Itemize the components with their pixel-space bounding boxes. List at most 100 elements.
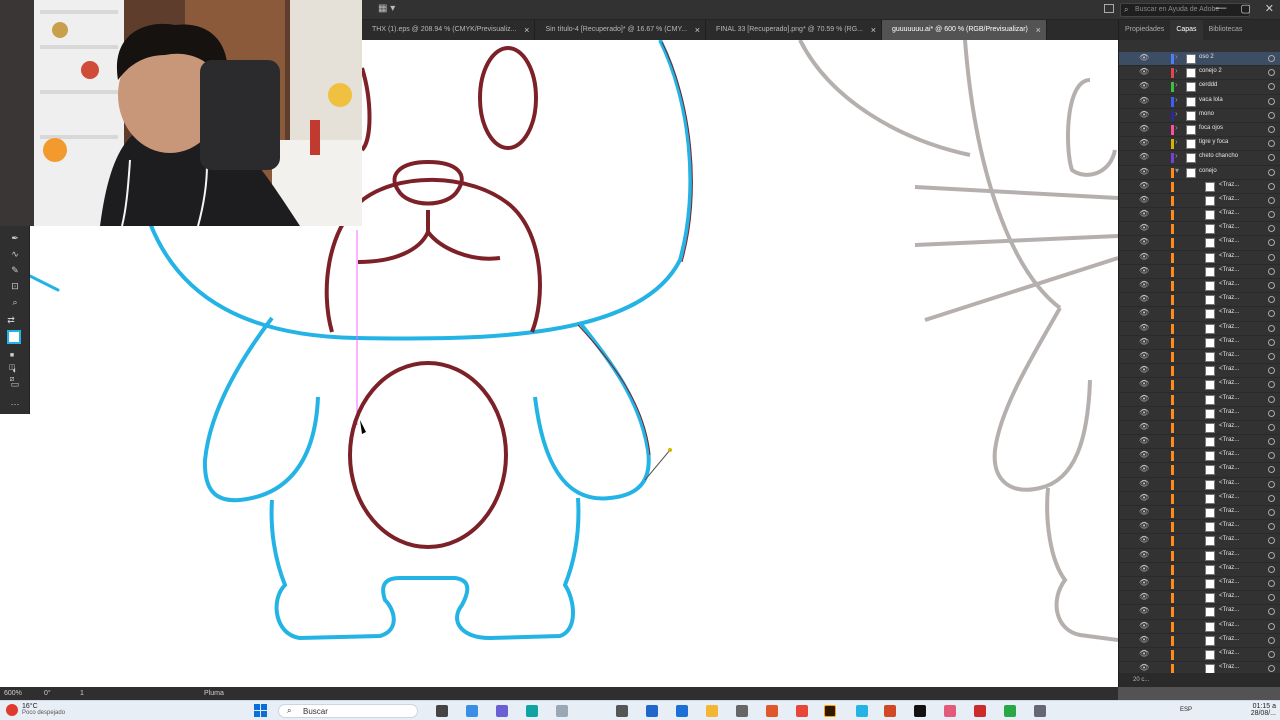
screen-mode-icon[interactable]: ▭ [9,378,21,390]
chevron-right-icon[interactable]: › [1175,95,1178,104]
sublayer-name[interactable]: <Traz... [1219,650,1239,656]
tab-libraries[interactable]: Bibliotecas [1203,20,1249,40]
chevron-right-icon[interactable]: › [1175,52,1178,61]
panel-toggle-icon[interactable] [1104,4,1114,13]
sublayer-name[interactable]: <Traz... [1219,281,1239,287]
close-tab-icon[interactable]: × [695,20,700,40]
sublayer-row[interactable]: 👁 <Traz... [1119,378,1280,393]
zoom-level[interactable]: 600% [4,687,22,700]
sublayer-name[interactable]: <Traz... [1219,267,1239,273]
whatsapp-icon[interactable] [1004,705,1016,717]
visibility-eye-icon[interactable]: 👁 [1139,649,1149,658]
taskbar-search[interactable]: ⌕ Buscar [278,704,418,718]
chevron-right-icon[interactable]: › [1175,137,1178,146]
layer-name[interactable]: oso 2 [1199,54,1214,60]
target-circle-icon[interactable] [1268,423,1275,431]
visibility-eye-icon[interactable]: 👁 [1139,67,1149,76]
sublayer-row[interactable]: 👁 <Traz... [1119,393,1280,407]
target-circle-icon[interactable] [1268,253,1275,261]
target-circle-icon[interactable] [1268,83,1275,91]
sublayer-name[interactable]: <Traz... [1219,593,1239,599]
sublayer-row[interactable]: 👁 <Traz... [1119,549,1280,563]
tab-properties[interactable]: Propiedades [1119,20,1170,40]
visibility-eye-icon[interactable]: 👁 [1139,535,1149,544]
weather-icon[interactable] [6,704,18,716]
settings-icon[interactable] [1034,705,1046,717]
snipping-icon[interactable] [736,705,748,717]
layer-name[interactable]: cerddd [1199,82,1217,88]
teams-icon[interactable] [496,705,508,717]
sublayer-row[interactable]: 👁 <Traz... [1119,463,1280,478]
close-tab-icon[interactable]: × [871,20,876,40]
visibility-eye-icon[interactable]: 👁 [1139,53,1149,62]
sublayer-row[interactable]: 👁 <Traz... [1119,435,1280,450]
sublayer-row[interactable]: 👁 <Traz... [1119,577,1280,592]
target-circle-icon[interactable] [1268,225,1275,233]
target-circle-icon[interactable] [1268,665,1275,673]
target-circle-icon[interactable] [1268,409,1275,417]
layer-row[interactable]: 👁 › cerddd [1119,80,1280,95]
target-circle-icon[interactable] [1268,97,1275,105]
visibility-eye-icon[interactable]: 👁 [1139,621,1149,630]
visibility-eye-icon[interactable]: 👁 [1139,379,1149,388]
workspace-switcher-icon[interactable]: ▦ ▾ [378,3,400,17]
sublayer-row[interactable]: 👁 <Traz... [1119,563,1280,577]
visibility-eye-icon[interactable]: 👁 [1139,152,1149,161]
visibility-eye-icon[interactable]: 👁 [1139,124,1149,133]
sublayer-name[interactable]: <Traz... [1219,607,1239,613]
maximize-icon[interactable]: ▢ [1240,2,1250,15]
visibility-eye-icon[interactable]: 👁 [1139,323,1149,332]
sublayer-name[interactable]: <Traz... [1219,338,1239,344]
sublayer-name[interactable]: <Traz... [1219,423,1239,429]
visibility-eye-icon[interactable]: 👁 [1139,663,1149,672]
target-circle-icon[interactable] [1268,636,1275,644]
minimize-icon[interactable]: — [1215,2,1226,15]
chrome-icon[interactable] [796,705,808,717]
close-window-icon[interactable]: ✕ [1265,2,1274,15]
sublayer-name[interactable]: <Traz... [1219,480,1239,486]
sublayer-row[interactable]: 👁 <Traz... [1119,506,1280,521]
target-circle-icon[interactable] [1268,608,1275,616]
layer-row[interactable]: 👁 › foca ojos [1119,123,1280,138]
weather-widget[interactable]: 16°C Poco despejado [22,703,65,716]
sublayer-name[interactable]: <Traz... [1219,636,1239,642]
target-circle-icon[interactable] [1268,395,1275,403]
chevron-right-icon[interactable]: › [1175,109,1178,118]
illustrator-icon[interactable] [824,705,836,717]
sublayer-name[interactable]: <Traz... [1219,522,1239,528]
target-circle-icon[interactable] [1268,69,1275,77]
target-circle-icon[interactable] [1268,480,1275,488]
powerpoint-icon[interactable] [884,705,896,717]
layer-name[interactable]: conejo 2 [1199,68,1222,74]
chevron-right-icon[interactable]: › [1175,151,1178,160]
chevron-right-icon[interactable]: › [1175,80,1178,89]
target-circle-icon[interactable] [1268,509,1275,516]
artboard-number[interactable]: 1 [80,687,84,700]
layer-row[interactable]: 👁 › tigre y foca [1119,137,1280,152]
visibility-eye-icon[interactable]: 👁 [1139,578,1149,587]
swap-colors-icon[interactable]: ⇄ [5,314,17,326]
sublayer-row[interactable]: 👁 <Traz... [1119,421,1280,436]
target-circle-icon[interactable] [1268,367,1275,375]
layer-row[interactable]: 👁 › vaca lola [1119,95,1280,109]
sublayer-name[interactable]: <Traz... [1219,622,1239,628]
app-icon[interactable] [616,705,628,717]
visibility-eye-icon[interactable]: 👁 [1139,294,1149,303]
target-circle-icon[interactable] [1268,565,1275,573]
target-circle-icon[interactable] [1268,168,1275,176]
target-circle-icon[interactable] [1268,352,1275,360]
target-circle-icon[interactable] [1268,494,1275,502]
epic-games-icon[interactable] [914,705,926,717]
chevron-down-icon[interactable]: ▾ [1175,166,1179,175]
system-clock[interactable]: 01:15 a 28/08/... [1251,703,1276,717]
sublayer-row[interactable]: 👁 <Traz... [1119,236,1280,251]
sublayer-row[interactable]: 👁 <Traz... [1119,520,1280,535]
visibility-eye-icon[interactable]: 👁 [1139,266,1149,275]
target-circle-icon[interactable] [1268,551,1275,559]
tab-document-3[interactable]: FINAL 33 [Recuperado].png* @ 70.59 % (RG… [706,20,882,40]
sublayer-name[interactable]: <Traz... [1219,437,1239,443]
fill-stroke-swatch[interactable] [7,330,21,344]
target-circle-icon[interactable] [1268,594,1275,602]
sublayer-name[interactable]: <Traz... [1219,536,1239,542]
zoom-tool-icon[interactable]: ⌕ [9,296,21,308]
